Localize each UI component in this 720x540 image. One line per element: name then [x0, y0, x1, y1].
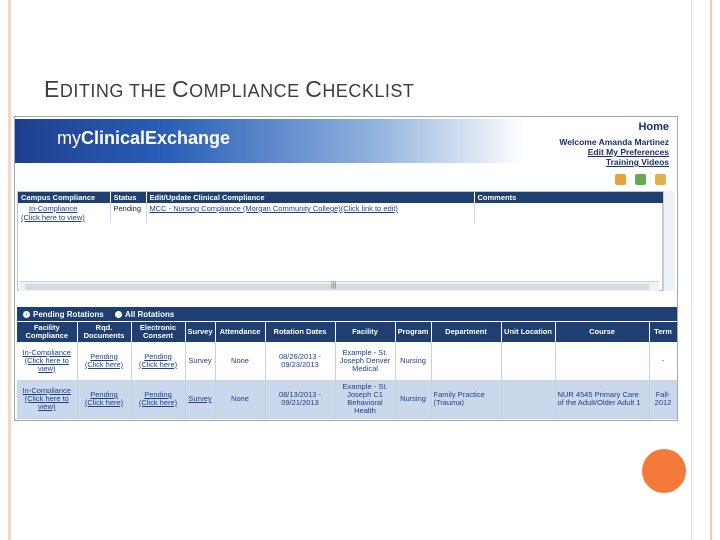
col-comments[interactable]: Comments [474, 192, 664, 203]
training-videos-link[interactable]: Training Videos [559, 157, 669, 167]
facility-view-link[interactable]: (Click here to view) [19, 395, 75, 411]
edit-compliance-link[interactable]: MCC - Nursing Compliance (Morgan Communi… [146, 203, 475, 223]
rotations-header-row: Facility Compliance Rqd. Documents Elect… [17, 322, 677, 342]
campus-view-link[interactable]: (Click here to view) [21, 213, 107, 222]
col-edit-compliance[interactable]: Edit/Update Clinical Compliance [146, 192, 475, 203]
compliance-table: Campus Compliance Status Edit/Update Cli… [18, 192, 664, 223]
col-unit-location[interactable]: Unit Location [501, 322, 556, 342]
course-cell [555, 342, 650, 381]
program-cell: Nursing [395, 342, 432, 381]
facility-compliance-cell: In-Compliance (Click here to view) [17, 380, 78, 419]
col-course[interactable]: Course [555, 322, 650, 342]
campus-compliance-cell: In-Compliance (Click here to view) [18, 203, 111, 223]
rotation-dates-cell: 08/13/2013 - 09/21/2013 [265, 380, 336, 419]
rotation-dates-cell: 08/26/2013 - 09/23/2013 [265, 342, 336, 381]
consent-click-link[interactable]: (Click here) [134, 360, 183, 369]
consent-click-link[interactable]: (Click here) [134, 399, 183, 407]
col-department[interactable]: Department [431, 322, 502, 342]
documents-click-link[interactable]: (Click here) [80, 360, 129, 369]
col-program[interactable]: Program [395, 322, 432, 342]
horizontal-scrollbar[interactable]: ||| [19, 281, 659, 291]
documents-click-link[interactable]: (Click here) [80, 399, 129, 407]
department-cell [431, 342, 502, 381]
consent-cell: Pending (Click here) [131, 380, 186, 419]
program-cell: Nursing [395, 380, 432, 419]
radio-selected-icon[interactable] [23, 311, 30, 318]
all-rotations-option[interactable]: All Rotations [115, 310, 174, 319]
comments-cell [474, 203, 664, 223]
title-capital: E [44, 76, 60, 102]
rotations-table: Facility Compliance Rqd. Documents Elect… [17, 322, 677, 419]
documents-cell: Pending (Click here) [77, 342, 132, 381]
welcome-block: Welcome Amanda Martinez Edit My Preferen… [559, 137, 669, 167]
scrollbar-thumb[interactable] [25, 284, 649, 290]
slide-border-inner [691, 0, 692, 540]
col-term[interactable]: Term [649, 322, 677, 342]
col-facility-compliance[interactable]: Facility Compliance [17, 322, 78, 342]
edit-preferences-link[interactable]: Edit My Preferences [559, 147, 669, 157]
status-cell: Pending [110, 203, 147, 223]
decorative-circle [642, 449, 686, 493]
rotations-table-wrap: Facility Compliance Rqd. Documents Elect… [17, 322, 677, 419]
help-icon[interactable] [655, 174, 666, 185]
title-capital: C [172, 76, 190, 102]
logo-prefix: my [57, 128, 81, 148]
term-cell: - [649, 342, 677, 381]
col-rqd-documents[interactable]: Rqd. Documents [77, 322, 132, 342]
home-icon[interactable] [615, 174, 626, 185]
app-logo: myClinicalExchange [57, 128, 230, 149]
survey-link[interactable]: Survey [185, 380, 216, 419]
welcome-text: Welcome Amanda Martinez [559, 137, 669, 147]
rotation-filter-bar: Pending Rotations All Rotations [17, 307, 677, 321]
toolbar [15, 170, 677, 190]
consent-cell: Pending (Click here) [131, 342, 186, 381]
col-facility[interactable]: Facility [335, 322, 396, 342]
campus-compliance-link[interactable]: In-Compliance [21, 204, 107, 213]
radio-unselected-icon[interactable] [115, 311, 122, 318]
facility-cell: Example - St. Joseph C1 Behavioral Healt… [335, 380, 396, 419]
title-capital: C [305, 76, 323, 102]
facility-cell: Example - St. Joseph Denver Medical [335, 342, 396, 381]
title-smallcaps: HECKLIST [322, 81, 415, 101]
unit-location-cell [501, 342, 556, 381]
home-link[interactable]: Home [638, 121, 669, 133]
table-row: In-Compliance (Click here to view) Pendi… [17, 380, 677, 419]
col-campus-compliance[interactable]: Campus Compliance [18, 192, 111, 203]
col-attendance[interactable]: Attendance [215, 322, 266, 342]
logo-main: ClinicalExchange [81, 128, 231, 148]
attendance-cell: None [215, 380, 266, 419]
table-row: In-Compliance (Click here to view) Pendi… [18, 203, 664, 223]
survey-link[interactable]: Survey [185, 342, 216, 381]
unit-location-cell [501, 380, 556, 419]
title-smallcaps: OMPLIANCE [189, 81, 306, 101]
all-rotations-label: All Rotations [125, 310, 175, 319]
slide-border-outer [710, 0, 712, 540]
app-screenshot: myClinicalExchange Home Welcome Amanda M… [14, 116, 678, 421]
col-electronic-consent[interactable]: Electronic Consent [131, 322, 186, 342]
attendance-cell: None [215, 342, 266, 381]
col-survey[interactable]: Survey [185, 322, 216, 342]
department-cell: Family Practice (Trauma) [431, 380, 502, 419]
documents-cell: Pending (Click here) [77, 380, 132, 419]
scroll-grip-icon: ||| [331, 282, 337, 289]
facility-compliance-cell: In-Compliance (Click here to view) [17, 342, 78, 381]
col-rotation-dates[interactable]: Rotation Dates [265, 322, 336, 342]
vertical-scrollbar[interactable] [663, 191, 675, 291]
slide-left-rule [8, 0, 11, 540]
slide-title: EDITING THE COMPLIANCE CHECKLIST [44, 76, 414, 103]
facility-view-link[interactable]: (Click here to view) [19, 356, 75, 373]
brand-banner: myClinicalExchange [15, 119, 525, 163]
app-header: myClinicalExchange Home Welcome Amanda M… [15, 117, 677, 167]
course-cell: NUR 4545 Primary Care of the Adult/Older… [555, 380, 650, 419]
compliance-section: Campus Compliance Status Edit/Update Cli… [17, 191, 664, 291]
table-row: In-Compliance (Click here to view) Pendi… [17, 342, 677, 381]
term-cell: Fall-2012 [649, 380, 677, 419]
col-status[interactable]: Status [110, 192, 147, 203]
refresh-icon[interactable] [635, 174, 646, 185]
pending-rotations-option[interactable]: Pending Rotations [23, 310, 104, 319]
title-smallcaps: DITING THE [59, 81, 173, 101]
pending-rotations-label: Pending Rotations [33, 310, 104, 319]
